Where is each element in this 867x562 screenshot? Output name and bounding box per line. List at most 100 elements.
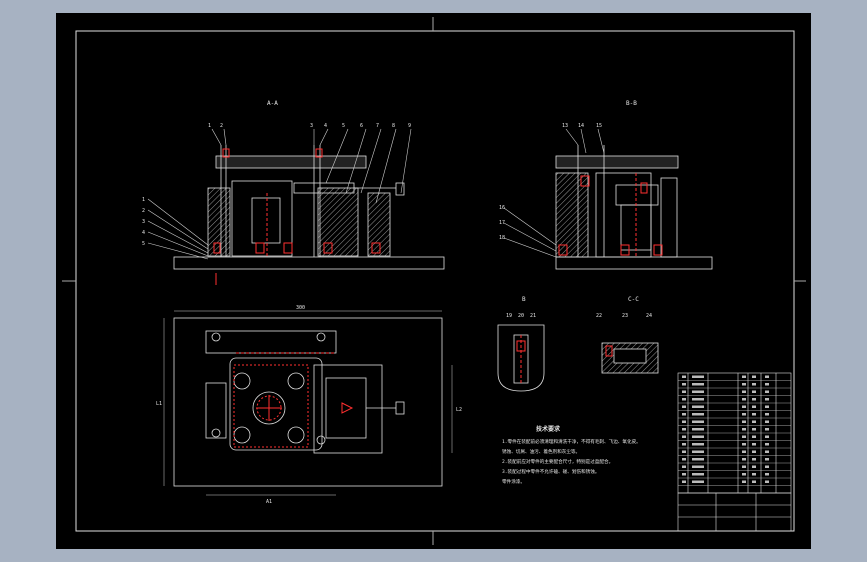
bom-cell-mark (692, 383, 704, 386)
bom-cell-mark (742, 383, 746, 386)
bom-cell-mark (765, 413, 769, 416)
bom-cell-mark (752, 458, 756, 461)
svg-text:4: 4 (142, 230, 145, 236)
bom-cell-mark (765, 473, 769, 476)
cad-drawing: A-A 1 2 3 4 5 6 7 8 9 1 2 3 4 5 B-B 13 1… (62, 17, 806, 545)
svg-text:15: 15 (596, 123, 602, 129)
bom-cell-mark (752, 413, 756, 416)
bom-cell-mark (692, 450, 704, 453)
svg-text:21: 21 (530, 313, 536, 319)
bom-cell-mark (682, 383, 686, 386)
bom-cell-mark (692, 428, 704, 431)
svg-text:2: 2 (142, 208, 145, 214)
bom-cell-mark (765, 405, 769, 408)
plan-dim-bottom: A1 (266, 499, 272, 505)
svg-text:3: 3 (142, 219, 145, 225)
bom-cell-mark (765, 443, 769, 446)
bom-cell-mark (742, 420, 746, 423)
drawing-viewport[interactable]: A-A 1 2 3 4 5 6 7 8 9 1 2 3 4 5 B-B 13 1… (56, 13, 811, 549)
bom-cell-mark (742, 473, 746, 476)
svg-text:5: 5 (342, 123, 345, 129)
bom-cell-mark (765, 480, 769, 483)
bom-cell-mark (765, 458, 769, 461)
bom-cell-mark (752, 383, 756, 386)
bom-rows (678, 380, 791, 486)
bom-cell-mark (692, 465, 704, 468)
bom-cell-mark (682, 375, 686, 378)
bom-cell-mark (692, 435, 704, 438)
detail-b-accents (516, 335, 526, 383)
detail-c-label: C-C (628, 296, 639, 303)
svg-text:19: 19 (506, 313, 512, 319)
bom-cell-mark (765, 450, 769, 453)
bom-cell-mark (682, 443, 686, 446)
detail-b-callouts: 19 20 21 (506, 313, 536, 319)
svg-text:3: 3 (310, 123, 313, 129)
left-callouts: 1 2 3 4 5 (142, 197, 145, 247)
bom-cell-mark (742, 405, 746, 408)
bom-cell-mark (752, 405, 756, 408)
bom-cell-mark (765, 428, 769, 431)
bom-cell-mark (742, 428, 746, 431)
bom-cell-mark (765, 390, 769, 393)
svg-text:1: 1 (208, 123, 211, 129)
bom-cell-mark (765, 465, 769, 468)
note-line: 2.装配前应对零件的主要配合尺寸，特别是过盈配合。 (502, 458, 613, 465)
bom-cell-mark (682, 473, 686, 476)
bom-cell-mark (742, 413, 746, 416)
svg-text:9: 9 (408, 123, 411, 129)
bom-cell-mark (752, 465, 756, 468)
bom-cell-mark (692, 458, 704, 461)
plan-dim-top: 300 (296, 305, 305, 311)
bom-cell-mark (692, 480, 704, 483)
svg-text:17: 17 (499, 220, 505, 226)
detail-b-label: B (522, 296, 526, 303)
bom-cell-mark (692, 390, 704, 393)
plan-dim-right: L2 (456, 407, 462, 413)
bom-cell-mark (752, 443, 756, 446)
bom-cell-mark (742, 458, 746, 461)
bom-cell-mark (752, 375, 756, 378)
svg-text:14: 14 (578, 123, 584, 129)
plan-view-accents (233, 352, 354, 448)
bom-cell-mark (692, 398, 704, 401)
note-line: 零件涂漆。 (502, 478, 525, 485)
bom-cell-mark (682, 420, 686, 423)
svg-text:5: 5 (142, 241, 145, 247)
svg-text:8: 8 (392, 123, 395, 129)
bom-cell-mark (752, 390, 756, 393)
bom-cell-mark (682, 458, 686, 461)
bom-cell-mark (692, 420, 704, 423)
detail-c-callouts: 22 23 24 (596, 313, 652, 319)
svg-text:24: 24 (646, 313, 652, 319)
svg-text:6: 6 (360, 123, 363, 129)
bom-cell-mark (752, 420, 756, 423)
bom-cell-mark (742, 390, 746, 393)
bom-cell-mark (752, 473, 756, 476)
bom-cell-mark (742, 450, 746, 453)
bom-cell-mark (682, 450, 686, 453)
svg-text:7: 7 (376, 123, 379, 129)
bom-cell-mark (765, 435, 769, 438)
bom-cell-mark (752, 398, 756, 401)
svg-text:16: 16 (499, 205, 505, 211)
detail-c-view (601, 342, 659, 374)
bom-cell-mark (692, 405, 704, 408)
bom-cell-mark (682, 435, 686, 438)
bom-cell-mark (682, 428, 686, 431)
svg-text:18: 18 (499, 235, 505, 241)
bom-cell-mark (692, 413, 704, 416)
bom-cell-mark (752, 435, 756, 438)
side-view-label: B-B (626, 100, 637, 107)
plan-view (173, 317, 443, 487)
svg-text:1: 1 (142, 197, 145, 203)
bom-cell-mark (752, 480, 756, 483)
bom-cell-mark (752, 450, 756, 453)
side-view (555, 145, 713, 270)
note-line: 3.装配过程中零件不允许磕、碰、划伤和锈蚀。 (502, 468, 599, 475)
bom-cell-mark (742, 480, 746, 483)
bom-cell-mark (742, 375, 746, 378)
bom-cell-mark (682, 398, 686, 401)
bom-cell-mark (765, 398, 769, 401)
bom-cell-mark (742, 443, 746, 446)
